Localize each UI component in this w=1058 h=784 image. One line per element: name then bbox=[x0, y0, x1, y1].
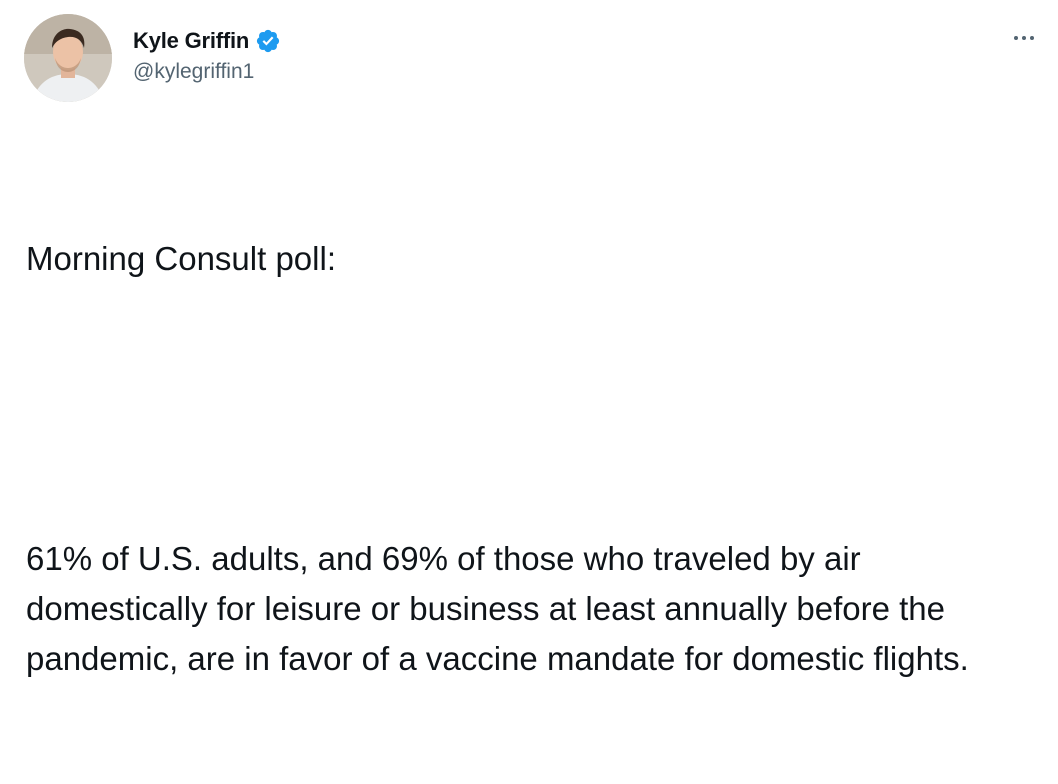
avatar-photo bbox=[24, 14, 112, 102]
author-name[interactable]: Kyle Griffin bbox=[133, 28, 249, 54]
author-avatar[interactable] bbox=[24, 14, 112, 102]
tweet-paragraph-2: 61% of U.S. adults, and 69% of those who… bbox=[26, 540, 969, 677]
author-name-row: Kyle Griffin bbox=[133, 26, 281, 56]
tweet-line-1: Morning Consult poll: bbox=[26, 240, 336, 277]
verified-badge-icon bbox=[255, 28, 281, 54]
more-options-icon[interactable] bbox=[1006, 26, 1042, 50]
tweet-card: Kyle Griffin @kylegriffin1 Morning Consu… bbox=[0, 0, 1058, 677]
author-handle[interactable]: @kylegriffin1 bbox=[133, 60, 254, 84]
tweet-text: Morning Consult poll: 61% of U.S. adults… bbox=[26, 134, 1046, 784]
